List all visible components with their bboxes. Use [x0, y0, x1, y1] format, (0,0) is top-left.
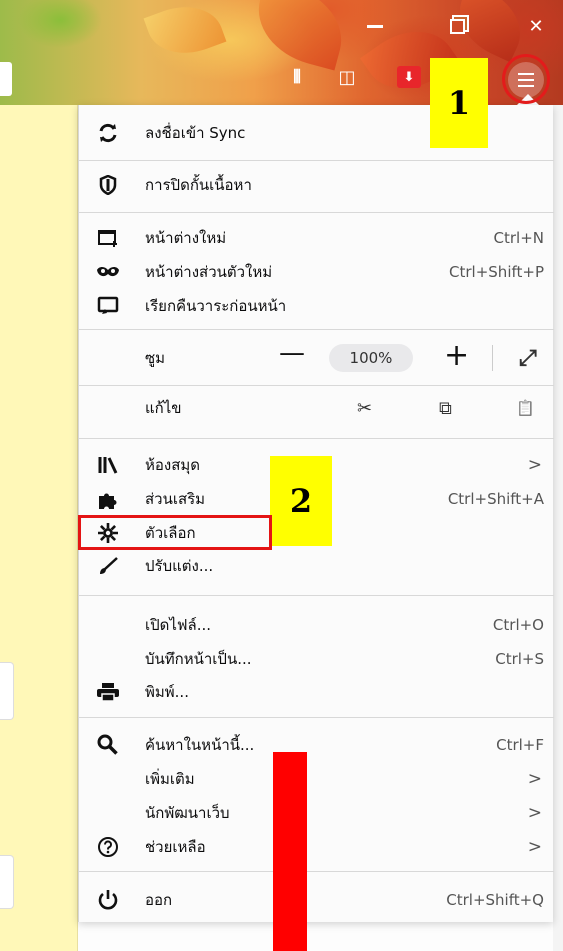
menu-separator — [79, 595, 554, 596]
menu-item-label: ปรับแต่ง... — [145, 557, 214, 575]
page-background — [0, 105, 78, 951]
shortcut-label: Ctrl+O — [492, 616, 544, 634]
menu-item-web-developer[interactable]: นักพัฒนาเว็บ > — [79, 795, 554, 831]
zoom-divider — [492, 345, 493, 371]
menu-item-save-page[interactable]: บันทึกหน้าเป็น... Ctrl+S — [79, 641, 554, 677]
menu-item-label: นักพัฒนาเว็บ — [145, 804, 230, 822]
menu-item-restore-session[interactable]: เรียกคืนวาระก่อนหน้า — [79, 288, 554, 324]
puzzle-icon — [95, 486, 121, 512]
restore-button[interactable] — [437, 8, 477, 44]
restore-session-icon — [95, 293, 121, 319]
leaf-decoration — [143, 0, 227, 66]
menu-item-new-window[interactable]: หน้าต่างใหม่ Ctrl+N — [79, 220, 554, 256]
menu-item-label: เรียกคืนวาระก่อนหน้า — [145, 297, 287, 315]
cut-icon[interactable]: ✂ — [357, 398, 372, 419]
mask-icon — [95, 259, 121, 285]
sidebar-button[interactable]: ◫ — [332, 64, 362, 90]
shortcut-label: Ctrl+N — [493, 229, 544, 247]
shortcut-label: Ctrl+F — [496, 736, 544, 754]
close-button[interactable]: ✕ — [516, 8, 556, 44]
paste-icon[interactable]: 📋 — [516, 399, 535, 417]
menu-separator — [79, 438, 554, 439]
menu-item-label: หน้าต่างส่วนตัวใหม่ — [145, 263, 273, 281]
menu-separator — [79, 160, 554, 161]
menu-item-find[interactable]: ค้นหาในหน้านี้... Ctrl+F — [79, 727, 554, 763]
annotation-circle-menu-button — [502, 54, 550, 104]
menu-separator — [79, 717, 554, 718]
downloads-button[interactable]: ⬇ — [397, 66, 421, 88]
shortcut-label: Ctrl+S — [495, 650, 544, 668]
library-icon: ⫴ — [293, 66, 301, 88]
menu-item-edit: แก้ไข ✂ ⧉ 📋 — [79, 390, 554, 426]
brush-icon — [95, 553, 121, 579]
menu-item-label: ช่วยเหลือ — [145, 838, 206, 856]
sync-icon — [95, 120, 121, 146]
chevron-right-icon: > — [527, 769, 542, 789]
menu-item-private-window[interactable]: หน้าต่างส่วนตัวใหม่ Ctrl+Shift+P — [79, 254, 554, 290]
menu-item-more[interactable]: เพิ่มเติม > — [79, 761, 554, 797]
menu-item-label: พิมพ์... — [145, 683, 189, 701]
shield-icon — [95, 172, 121, 198]
menu-separator — [79, 329, 554, 330]
zoom-out-button[interactable]: — — [279, 338, 305, 368]
menu-item-label: ค้นหาในหน้านี้... — [145, 736, 255, 754]
menu-item-label: ห้องสมุด — [145, 456, 201, 474]
shortcut-label: Ctrl+Shift+P — [449, 263, 544, 281]
page-input-stub — [0, 855, 14, 909]
menu-item-label: หน้าต่างใหม่ — [145, 229, 227, 247]
download-icon: ⬇ — [403, 69, 415, 85]
menu-separator — [79, 871, 554, 872]
menu-item-zoom: ซูม — 100% + ⤢ — [79, 338, 554, 376]
menu-item-label: เพิ่มเติม — [145, 770, 195, 788]
menu-item-label: ลงชื่อเข้า Sync — [145, 124, 246, 142]
chevron-right-icon: > — [527, 803, 542, 823]
sidebar-icon: ◫ — [338, 66, 356, 88]
fullscreen-icon[interactable]: ⤢ — [519, 346, 537, 371]
printer-icon — [95, 679, 121, 705]
search-icon — [95, 732, 121, 758]
menu-item-label: การปิดกั้นเนื้อหา — [145, 176, 252, 194]
help-icon — [95, 834, 121, 860]
menu-item-label: เปิดไฟล์... — [145, 616, 212, 634]
menu-item-content-blocking[interactable]: การปิดกั้นเนื้อหา — [79, 167, 554, 203]
library-button[interactable]: ⫴ — [282, 64, 312, 90]
annotation-highlight-options — [78, 515, 272, 550]
close-icon: ✕ — [528, 15, 544, 37]
leaf-decoration — [247, 0, 353, 71]
menu-item-label: ออก — [145, 891, 173, 909]
annotation-step-1: 1 — [430, 58, 488, 148]
zoom-in-button[interactable]: + — [444, 338, 469, 373]
menu-separator — [79, 385, 554, 386]
chevron-right-icon: > — [527, 837, 542, 857]
annotation-step-2: 2 — [270, 456, 332, 546]
annotation-red-bar — [273, 752, 307, 951]
page-scroll-edge — [553, 105, 563, 951]
chevron-right-icon: > — [527, 455, 542, 475]
library-icon — [95, 452, 121, 478]
menu-item-label: ส่วนเสริม — [145, 490, 206, 508]
minimize-button[interactable] — [355, 8, 395, 44]
menu-item-label: บันทึกหน้าเป็น... — [145, 650, 252, 668]
copy-icon[interactable]: ⧉ — [439, 398, 452, 419]
menu-item-quit[interactable]: ออก Ctrl+Shift+Q — [79, 882, 554, 918]
menu-item-customize[interactable]: ปรับแต่ง... — [79, 548, 554, 584]
url-bar[interactable] — [0, 62, 12, 96]
new-window-icon — [95, 225, 121, 251]
menu-item-open-file[interactable]: เปิดไฟล์... Ctrl+O — [79, 607, 554, 643]
menu-item-help[interactable]: ช่วยเหลือ > — [79, 829, 554, 865]
shortcut-label: Ctrl+Shift+Q — [446, 891, 544, 909]
menu-separator — [79, 212, 554, 213]
page-input-stub — [0, 662, 14, 720]
menu-item-print[interactable]: พิมพ์... — [79, 674, 554, 710]
edit-label: แก้ไข — [145, 399, 182, 417]
zoom-reset-button[interactable]: 100% — [329, 344, 413, 372]
zoom-label: ซูม — [145, 349, 166, 367]
shortcut-label: Ctrl+Shift+A — [447, 490, 544, 508]
power-icon — [95, 887, 121, 913]
